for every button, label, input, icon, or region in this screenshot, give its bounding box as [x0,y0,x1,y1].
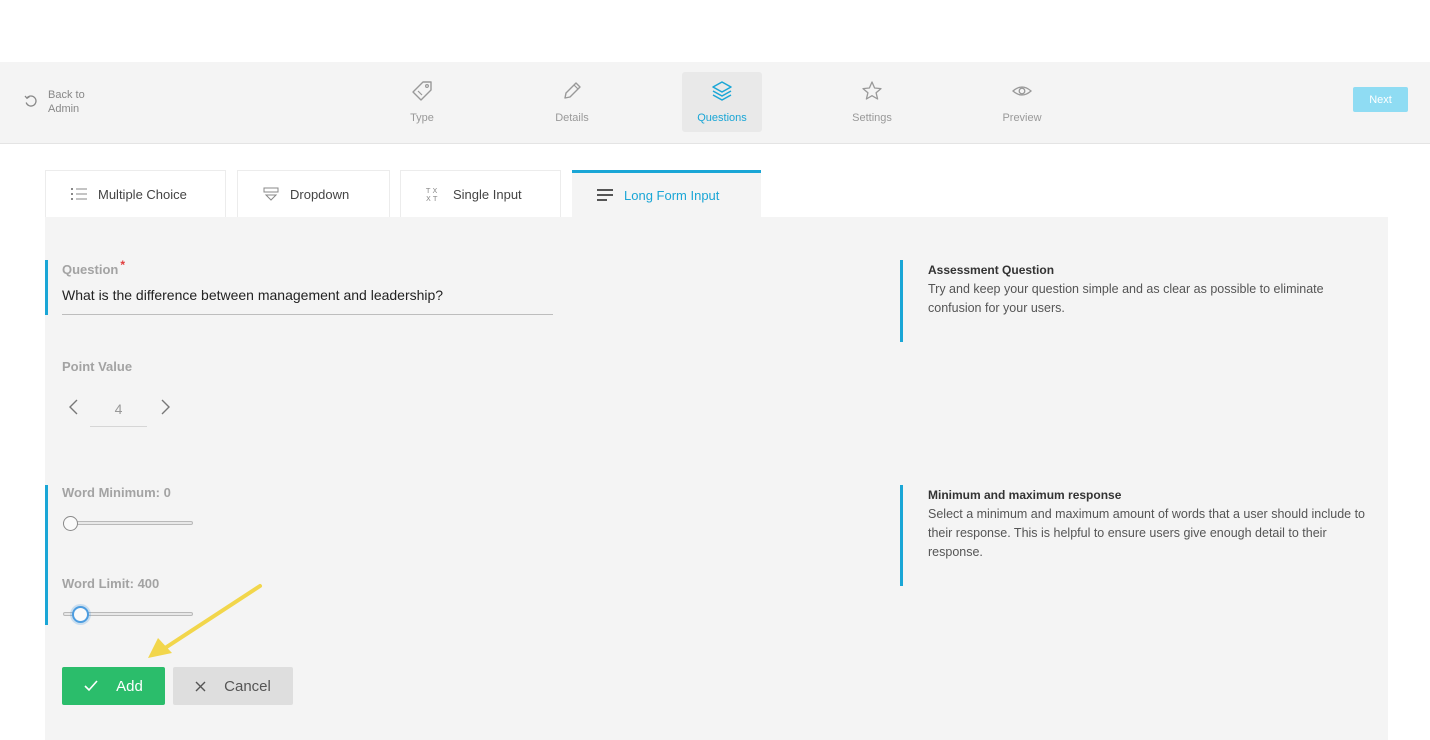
layers-icon [712,81,732,101]
cancel-button[interactable]: Cancel [173,667,293,705]
tab-label-dropdown: Dropdown [290,186,350,202]
assessment-help-text: Try and keep your question simple and as… [928,282,1324,315]
word-minimum-label: Word Minimum: 0 [62,485,171,500]
tab-multiple-choice[interactable]: Multiple Choice [45,170,226,217]
step-type[interactable]: Type [382,72,462,132]
step-label-preview: Preview [1002,112,1042,124]
tab-long-form-input[interactable]: Long Form Input [572,170,761,217]
annotation-arrow-icon [148,584,262,658]
step-questions[interactable]: Questions [682,72,762,132]
step-details[interactable]: Details [532,72,612,132]
point-value-label: Point Value [62,359,133,374]
word-limit-slider-thumb[interactable] [72,606,89,623]
svg-text:X T: X T [426,195,438,202]
tab-dropdown[interactable]: Dropdown [237,170,390,217]
step-label-questions: Questions [697,112,747,124]
question-label-text: Question [62,262,119,277]
close-icon [195,681,206,691]
point-value-input[interactable]: 4 [90,398,147,427]
word-limits-accent-bar [45,485,48,625]
minmax-help-text: Select a minimum and maximum amount of w… [928,507,1366,559]
tag-icon [412,81,432,101]
add-button-label: Add [116,677,143,695]
question-input-underline [62,314,553,315]
wizard-header: Back to Admin Type Details Questions Set… [0,62,1430,144]
question-input[interactable]: What is the difference between managemen… [62,287,443,303]
chevron-left-icon[interactable] [67,398,81,416]
chevron-right-icon[interactable] [158,398,172,416]
step-label-settings: Settings [852,112,892,124]
check-icon [84,680,98,692]
required-mark: * [120,258,126,272]
wizard-steps: Type Details Questions Settings Preview [0,62,1430,144]
paragraph-icon [597,189,613,201]
minmax-help-title: Minimum and maximum response [928,488,1122,502]
minmax-help-bar [900,485,903,586]
cancel-button-label: Cancel [224,677,271,695]
svg-text:T X: T X [425,187,438,195]
add-button[interactable]: Add [62,667,165,705]
step-label-type: Type [410,112,434,124]
assessment-help-title: Assessment Question [928,263,1055,277]
step-preview[interactable]: Preview [982,72,1062,132]
next-button[interactable]: Next [1353,87,1408,112]
tab-label-single-input: Single Input [453,186,522,202]
pencil-icon [564,82,581,99]
tab-single-input[interactable]: T X X T Single Input [400,170,561,217]
word-minimum-slider-track[interactable] [63,521,193,525]
tab-label-multiple-choice: Multiple Choice [98,186,187,202]
question-accent-bar [45,260,48,315]
text-icon: T X X T [425,187,438,202]
step-settings[interactable]: Settings [832,72,912,132]
word-minimum-slider-thumb[interactable] [63,516,78,531]
tab-label-long-form-input: Long Form Input [624,187,720,203]
eye-icon [1012,86,1032,96]
star-icon [862,81,882,100]
question-label: Question * [62,258,125,277]
dropdown-icon [263,187,279,201]
assessment-help-bar [900,260,903,342]
step-label-details: Details [555,112,589,124]
list-icon [71,188,87,200]
